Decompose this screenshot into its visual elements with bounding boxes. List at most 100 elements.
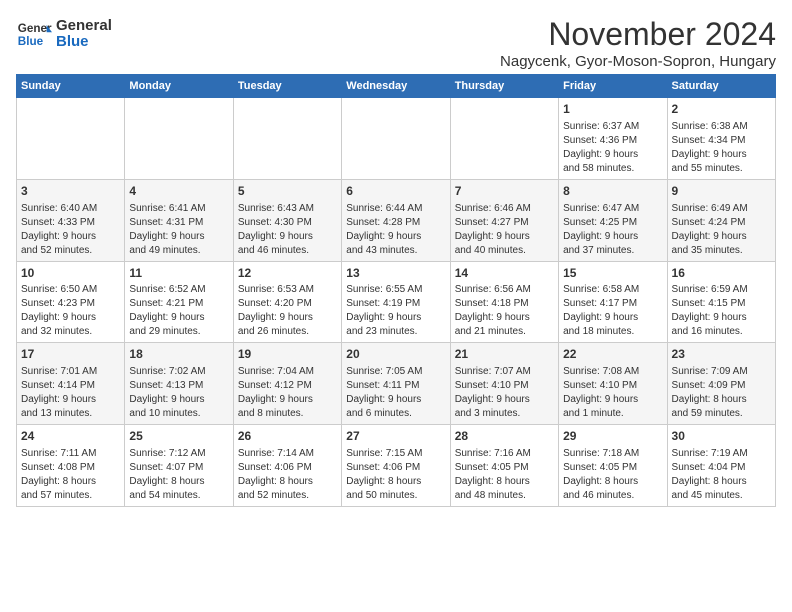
calendar-cell: 4Sunrise: 6:41 AMSunset: 4:31 PMDaylight… bbox=[125, 179, 233, 261]
day-info: Sunset: 4:33 PM bbox=[21, 216, 120, 230]
day-number: 21 bbox=[455, 346, 554, 363]
calendar-cell: 7Sunrise: 6:46 AMSunset: 4:27 PMDaylight… bbox=[450, 179, 558, 261]
day-info: Sunrise: 6:58 AM bbox=[563, 283, 662, 297]
day-number: 18 bbox=[129, 346, 228, 363]
day-info: Sunrise: 6:43 AM bbox=[238, 202, 337, 216]
logo-icon: General Blue bbox=[16, 16, 52, 52]
day-info: Sunrise: 6:52 AM bbox=[129, 283, 228, 297]
calendar-cell: 19Sunrise: 7:04 AMSunset: 4:12 PMDayligh… bbox=[233, 343, 341, 425]
calendar-cell: 14Sunrise: 6:56 AMSunset: 4:18 PMDayligh… bbox=[450, 261, 558, 343]
day-info: Daylight: 9 hours bbox=[563, 393, 662, 407]
day-info: and 54 minutes. bbox=[129, 489, 228, 503]
day-info: Daylight: 8 hours bbox=[21, 475, 120, 489]
day-info: and 3 minutes. bbox=[455, 407, 554, 421]
day-info: Daylight: 9 hours bbox=[21, 311, 120, 325]
location-title: Nagycenk, Gyor-Moson-Sopron, Hungary bbox=[500, 53, 776, 70]
calendar-cell: 5Sunrise: 6:43 AMSunset: 4:30 PMDaylight… bbox=[233, 179, 341, 261]
day-info: and 59 minutes. bbox=[672, 407, 771, 421]
day-info: Daylight: 8 hours bbox=[346, 475, 445, 489]
day-info: Sunset: 4:31 PM bbox=[129, 216, 228, 230]
day-info: Sunset: 4:15 PM bbox=[672, 297, 771, 311]
calendar-cell bbox=[342, 98, 450, 180]
day-info: and 13 minutes. bbox=[21, 407, 120, 421]
day-info: Sunset: 4:13 PM bbox=[129, 379, 228, 393]
day-number: 20 bbox=[346, 346, 445, 363]
logo: General Blue General Blue bbox=[16, 16, 112, 52]
day-info: Sunset: 4:25 PM bbox=[563, 216, 662, 230]
day-info: Daylight: 9 hours bbox=[455, 393, 554, 407]
day-info: Sunset: 4:24 PM bbox=[672, 216, 771, 230]
calendar-cell: 23Sunrise: 7:09 AMSunset: 4:09 PMDayligh… bbox=[667, 343, 775, 425]
day-info: and 21 minutes. bbox=[455, 325, 554, 339]
calendar-cell: 21Sunrise: 7:07 AMSunset: 4:10 PMDayligh… bbox=[450, 343, 558, 425]
week-row-0: 1Sunrise: 6:37 AMSunset: 4:36 PMDaylight… bbox=[17, 98, 776, 180]
day-number: 26 bbox=[238, 428, 337, 445]
svg-text:Blue: Blue bbox=[18, 35, 44, 48]
calendar-cell: 13Sunrise: 6:55 AMSunset: 4:19 PMDayligh… bbox=[342, 261, 450, 343]
day-number: 6 bbox=[346, 183, 445, 200]
week-row-1: 3Sunrise: 6:40 AMSunset: 4:33 PMDaylight… bbox=[17, 179, 776, 261]
header-day-tuesday: Tuesday bbox=[233, 75, 341, 98]
calendar-cell: 27Sunrise: 7:15 AMSunset: 4:06 PMDayligh… bbox=[342, 425, 450, 507]
day-info: Sunset: 4:06 PM bbox=[346, 461, 445, 475]
day-number: 7 bbox=[455, 183, 554, 200]
day-info: Sunset: 4:19 PM bbox=[346, 297, 445, 311]
day-info: and 26 minutes. bbox=[238, 325, 337, 339]
week-row-2: 10Sunrise: 6:50 AMSunset: 4:23 PMDayligh… bbox=[17, 261, 776, 343]
day-info: Daylight: 8 hours bbox=[672, 475, 771, 489]
day-info: and 43 minutes. bbox=[346, 244, 445, 258]
day-info: Sunset: 4:20 PM bbox=[238, 297, 337, 311]
day-info: Daylight: 9 hours bbox=[21, 393, 120, 407]
month-title: November 2024 bbox=[500, 16, 776, 53]
day-number: 3 bbox=[21, 183, 120, 200]
day-info: Sunset: 4:28 PM bbox=[346, 216, 445, 230]
day-info: and 49 minutes. bbox=[129, 244, 228, 258]
calendar-cell: 17Sunrise: 7:01 AMSunset: 4:14 PMDayligh… bbox=[17, 343, 125, 425]
day-info: Daylight: 8 hours bbox=[672, 393, 771, 407]
day-info: and 10 minutes. bbox=[129, 407, 228, 421]
calendar-cell: 26Sunrise: 7:14 AMSunset: 4:06 PMDayligh… bbox=[233, 425, 341, 507]
day-info: and 1 minute. bbox=[563, 407, 662, 421]
calendar-cell: 3Sunrise: 6:40 AMSunset: 4:33 PMDaylight… bbox=[17, 179, 125, 261]
calendar-cell: 18Sunrise: 7:02 AMSunset: 4:13 PMDayligh… bbox=[125, 343, 233, 425]
calendar-cell: 6Sunrise: 6:44 AMSunset: 4:28 PMDaylight… bbox=[342, 179, 450, 261]
day-info: and 52 minutes. bbox=[21, 244, 120, 258]
day-info: Sunset: 4:10 PM bbox=[455, 379, 554, 393]
day-info: Sunset: 4:05 PM bbox=[455, 461, 554, 475]
day-info: Daylight: 9 hours bbox=[238, 230, 337, 244]
calendar-cell bbox=[450, 98, 558, 180]
day-number: 13 bbox=[346, 265, 445, 282]
day-info: Sunrise: 6:59 AM bbox=[672, 283, 771, 297]
day-info: Sunrise: 6:38 AM bbox=[672, 120, 771, 134]
day-info: Sunset: 4:18 PM bbox=[455, 297, 554, 311]
day-info: Daylight: 9 hours bbox=[672, 230, 771, 244]
calendar-table: SundayMondayTuesdayWednesdayThursdayFrid… bbox=[16, 74, 776, 507]
calendar-cell bbox=[17, 98, 125, 180]
day-number: 23 bbox=[672, 346, 771, 363]
day-number: 17 bbox=[21, 346, 120, 363]
calendar-cell: 1Sunrise: 6:37 AMSunset: 4:36 PMDaylight… bbox=[559, 98, 667, 180]
day-info: and 46 minutes. bbox=[563, 489, 662, 503]
day-info: Daylight: 9 hours bbox=[563, 148, 662, 162]
day-info: and 23 minutes. bbox=[346, 325, 445, 339]
day-info: and 16 minutes. bbox=[672, 325, 771, 339]
day-info: Daylight: 9 hours bbox=[455, 311, 554, 325]
day-number: 30 bbox=[672, 428, 771, 445]
day-info: Daylight: 9 hours bbox=[563, 311, 662, 325]
logo-blue: Blue bbox=[56, 34, 112, 51]
calendar-cell: 11Sunrise: 6:52 AMSunset: 4:21 PMDayligh… bbox=[125, 261, 233, 343]
day-info: Sunrise: 6:41 AM bbox=[129, 202, 228, 216]
calendar-cell: 2Sunrise: 6:38 AMSunset: 4:34 PMDaylight… bbox=[667, 98, 775, 180]
day-info: Sunset: 4:17 PM bbox=[563, 297, 662, 311]
day-info: Daylight: 9 hours bbox=[129, 311, 228, 325]
day-info: Daylight: 9 hours bbox=[238, 311, 337, 325]
week-row-4: 24Sunrise: 7:11 AMSunset: 4:08 PMDayligh… bbox=[17, 425, 776, 507]
day-number: 27 bbox=[346, 428, 445, 445]
day-number: 22 bbox=[563, 346, 662, 363]
day-info: and 40 minutes. bbox=[455, 244, 554, 258]
day-info: and 32 minutes. bbox=[21, 325, 120, 339]
day-info: and 58 minutes. bbox=[563, 162, 662, 176]
day-info: Sunrise: 7:08 AM bbox=[563, 365, 662, 379]
day-info: Sunrise: 7:18 AM bbox=[563, 447, 662, 461]
day-info: and 35 minutes. bbox=[672, 244, 771, 258]
